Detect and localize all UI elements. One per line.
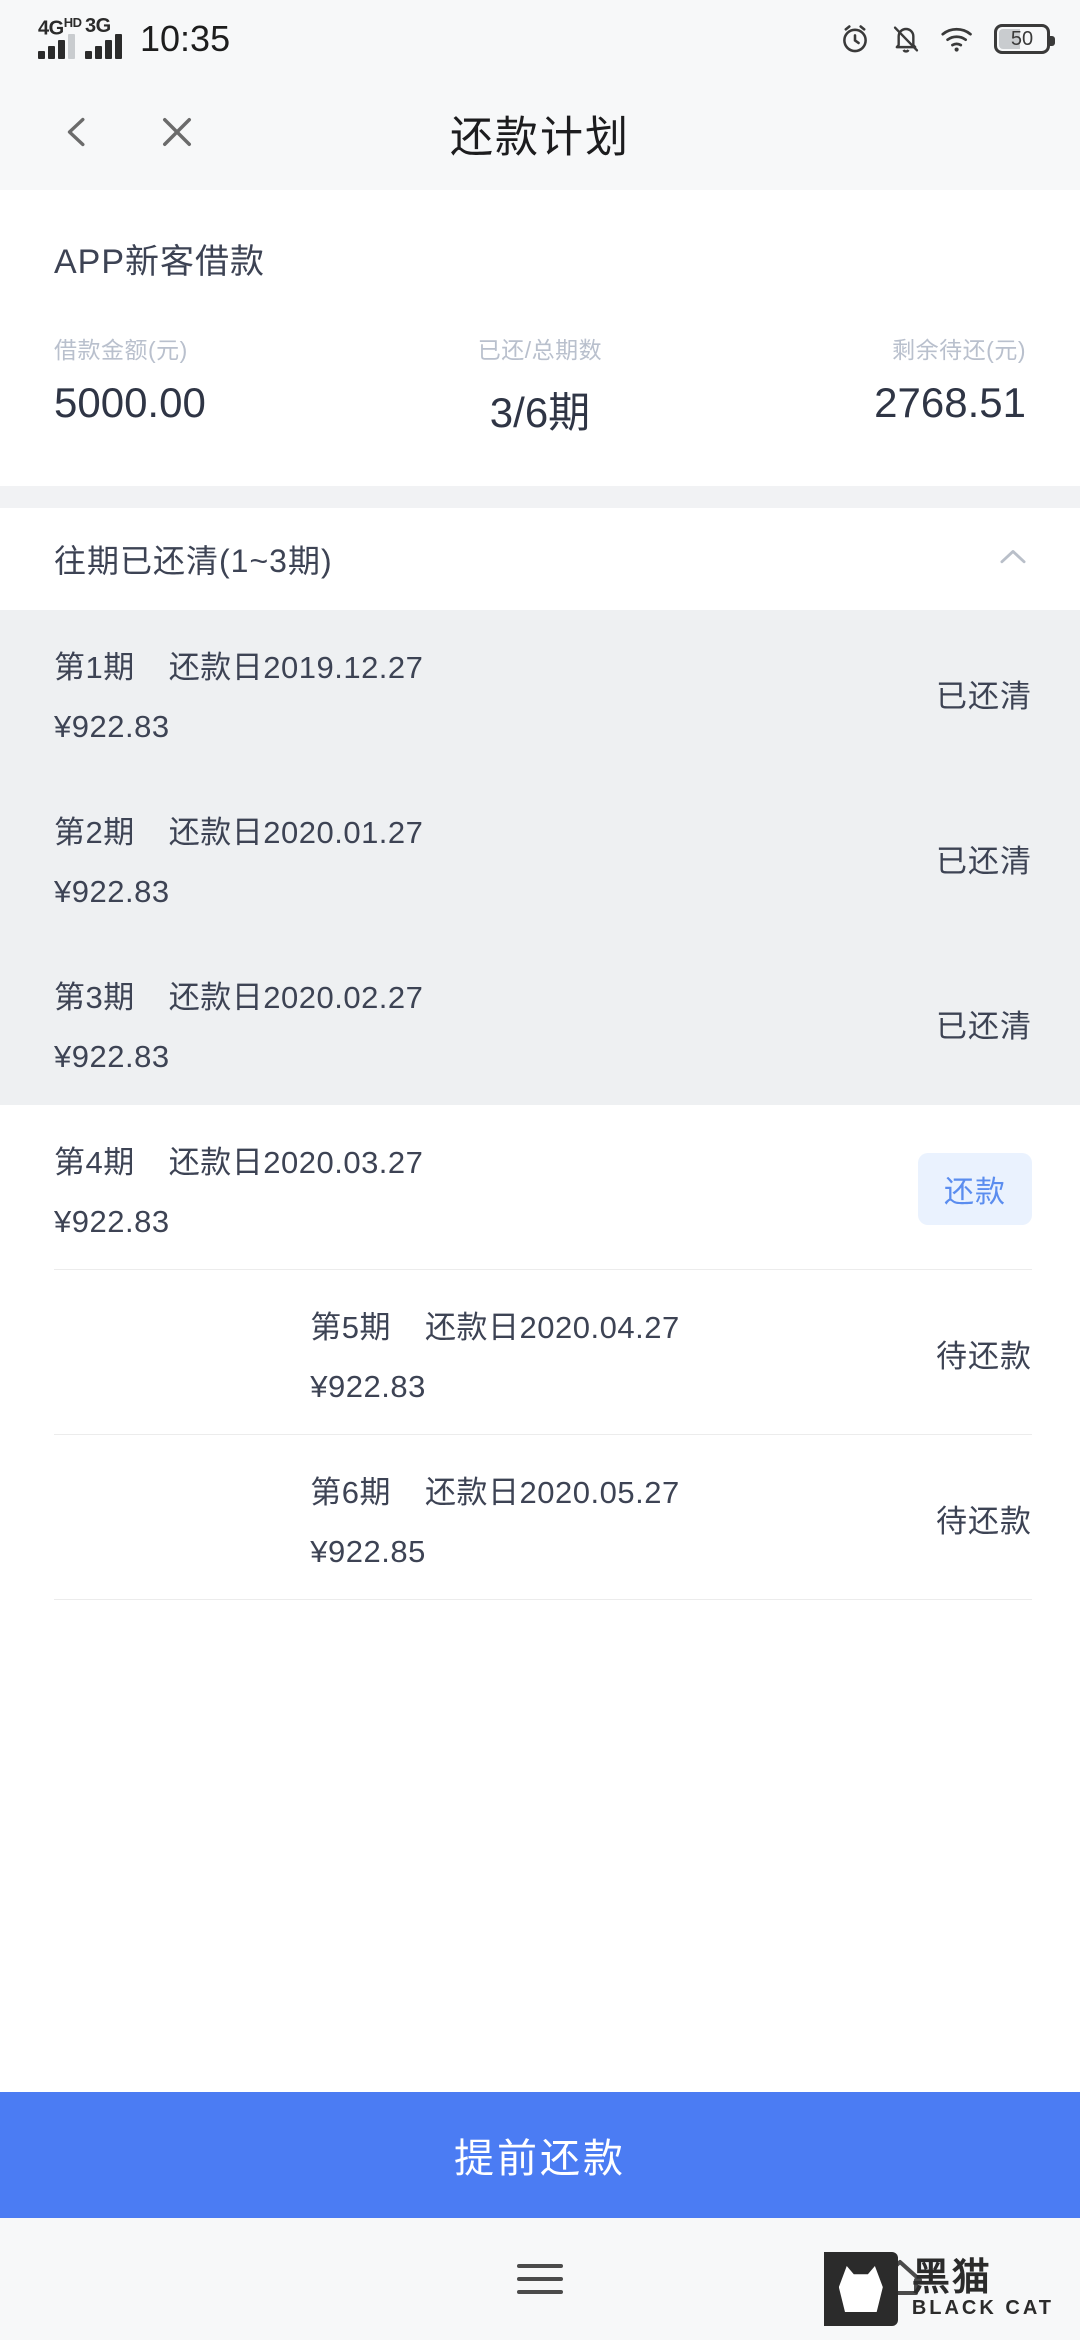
installment-info: 第4期 还款日2020.03.27 ¥922.83 (54, 1137, 423, 1240)
table-row: 第4期 还款日2020.03.27 ¥922.83 还款 (0, 1105, 1080, 1270)
installment-title: 第5期 还款日2020.04.27 (310, 1302, 679, 1347)
status-badge: 已还清 (936, 844, 1032, 879)
installment-title: 第4期 还款日2020.03.27 (54, 1137, 423, 1182)
section-divider (0, 486, 1080, 508)
installment-title: 第6期 还款日2020.05.27 (310, 1467, 679, 1512)
chevron-left-icon (57, 112, 97, 157)
installment-due-date: 还款日2019.12.27 (168, 650, 424, 685)
stat-remaining: 剩余待还(元) 2768.51 (702, 331, 1026, 427)
installment-term: 第5期 (310, 1310, 392, 1345)
product-name: APP新客借款 (54, 243, 266, 281)
stat-label: 已还/总期数 (477, 337, 603, 363)
installment-info: 第3期 还款日2020.02.27 ¥922.83 (54, 972, 423, 1075)
installment-term: 第1期 (54, 650, 135, 685)
table-row: 第1期 还款日2019.12.27 ¥922.83 已还清 (0, 610, 1080, 775)
installment-due-date: 还款日2020.01.27 (168, 815, 424, 850)
signal-3g-indicator: 3G (85, 15, 122, 59)
status-badge: 待还款 (936, 1504, 1032, 1539)
wifi-icon (940, 24, 976, 54)
battery-level-label: 50 (1010, 27, 1034, 50)
signal-4g-indicator: 4GHD (38, 15, 82, 59)
network-type-secondary-label: 3G (85, 15, 111, 37)
content-spacer (0, 1600, 1080, 2092)
status-badge: 已还清 (936, 679, 1032, 714)
installment-amount: ¥922.85 (310, 1534, 426, 1569)
stat-loan-amount: 借款金额(元) 5000.00 (54, 331, 378, 427)
installment-due-date: 还款日2020.03.27 (168, 1145, 424, 1180)
installment-amount: ¥922.83 (54, 874, 170, 909)
installment-info: 第2期 还款日2020.01.27 ¥922.83 (54, 807, 423, 910)
summary-stats-row: 借款金额(元) 5000.00 已还/总期数 3/6期 剩余待还(元) 2768… (54, 331, 1026, 440)
installment-term: 第4期 (54, 1145, 135, 1180)
installment-due-date: 还款日2020.02.27 (168, 980, 424, 1015)
installment-term: 第6期 (310, 1475, 392, 1510)
installment-due-date: 还款日2020.05.27 (425, 1475, 680, 1510)
status-bar-left: 4GHD 3G 10:35 (38, 15, 231, 60)
back-button[interactable] (50, 107, 104, 161)
installment-amount: ¥922.83 (54, 1039, 170, 1074)
stat-label: 借款金额(元) (54, 337, 188, 363)
status-bar-right: 50 (838, 22, 1055, 56)
installment-term: 第3期 (54, 980, 135, 1015)
table-row: 第3期 还款日2020.02.27 ¥922.83 已还清 (0, 940, 1080, 1105)
status-bar-clock: 10:35 (140, 18, 231, 59)
status-bar: 4GHD 3G 10:35 50 (0, 0, 1080, 78)
installment-title: 第3期 还款日2020.02.27 (54, 972, 423, 1017)
battery-icon: 50 (994, 24, 1055, 54)
installment-info: 第6期 还款日2020.05.27 ¥922.85 (310, 1467, 679, 1570)
chevron-up-icon[interactable] (994, 538, 1032, 581)
bell-muted-icon (890, 23, 922, 55)
installment-title: 第1期 还款日2019.12.27 (54, 642, 423, 687)
watermark-cn-label: 黑猫 (911, 2256, 992, 2299)
app-header: 还款计划 (0, 78, 1080, 190)
installment-title: 第2期 还款日2020.01.27 (54, 807, 423, 852)
status-badge: 已还清 (936, 1009, 1032, 1044)
network-type-primary-label: 4GHD (38, 15, 82, 40)
stat-value: 5000.00 (54, 379, 206, 426)
early-repayment-button[interactable]: 提前还款 (0, 2092, 1080, 2218)
installment-amount: ¥922.83 (310, 1369, 426, 1404)
paid-section-header[interactable]: 往期已还清(1~3期) (0, 508, 1080, 610)
table-row: 第2期 还款日2020.01.27 ¥922.83 已还清 (0, 775, 1080, 940)
loan-summary-card: APP新客借款 借款金额(元) 5000.00 已还/总期数 3/6期 剩余待还… (0, 190, 1080, 486)
installment-info: 第5期 还款日2020.04.27 ¥922.83 (310, 1302, 679, 1405)
status-badge: 待还款 (936, 1339, 1032, 1374)
table-row: 第6期 还款日2020.05.27 ¥922.85 待还款 (0, 1435, 1080, 1600)
watermark: 黑猫 BLACK CAT (823, 2252, 1054, 2326)
stat-periods: 已还/总期数 3/6期 (378, 331, 702, 440)
watermark-en-label: BLACK CAT (911, 2297, 1054, 2320)
installment-list: 第1期 还款日2019.12.27 ¥922.83 已还清 第2期 还款日2020.… (0, 610, 1080, 1600)
table-row: 第5期 还款日2020.04.27 ¥922.83 待还款 (0, 1270, 1080, 1435)
header-left-controls (0, 107, 204, 161)
recents-button[interactable] (362, 2264, 718, 2294)
stat-value: 3/6期 (489, 389, 591, 436)
menu-icon (516, 2264, 563, 2294)
watermark-text: 黑猫 BLACK CAT (911, 2256, 1054, 2320)
alarm-icon (838, 22, 872, 56)
stat-label: 剩余待还(元) (892, 337, 1026, 363)
repay-button[interactable]: 还款 (918, 1152, 1032, 1225)
installment-due-date: 还款日2020.04.27 (425, 1310, 680, 1345)
phone-screen: 4GHD 3G 10:35 50 还款计划 APP新客借款 借款金额(元) 50… (0, 0, 1080, 2340)
android-navigation-bar: 黑猫 BLACK CAT (0, 2218, 1080, 2340)
stat-value: 2768.51 (874, 379, 1026, 426)
installment-amount: ¥922.83 (54, 709, 170, 744)
installment-amount: ¥922.83 (54, 1204, 170, 1239)
black-cat-logo-icon (823, 2252, 898, 2326)
close-button[interactable] (150, 107, 204, 161)
close-icon (156, 111, 198, 158)
paid-section-title: 往期已还清(1~3期) (54, 543, 333, 579)
installment-info: 第1期 还款日2019.12.27 ¥922.83 (54, 642, 423, 745)
installment-term: 第2期 (54, 815, 135, 850)
